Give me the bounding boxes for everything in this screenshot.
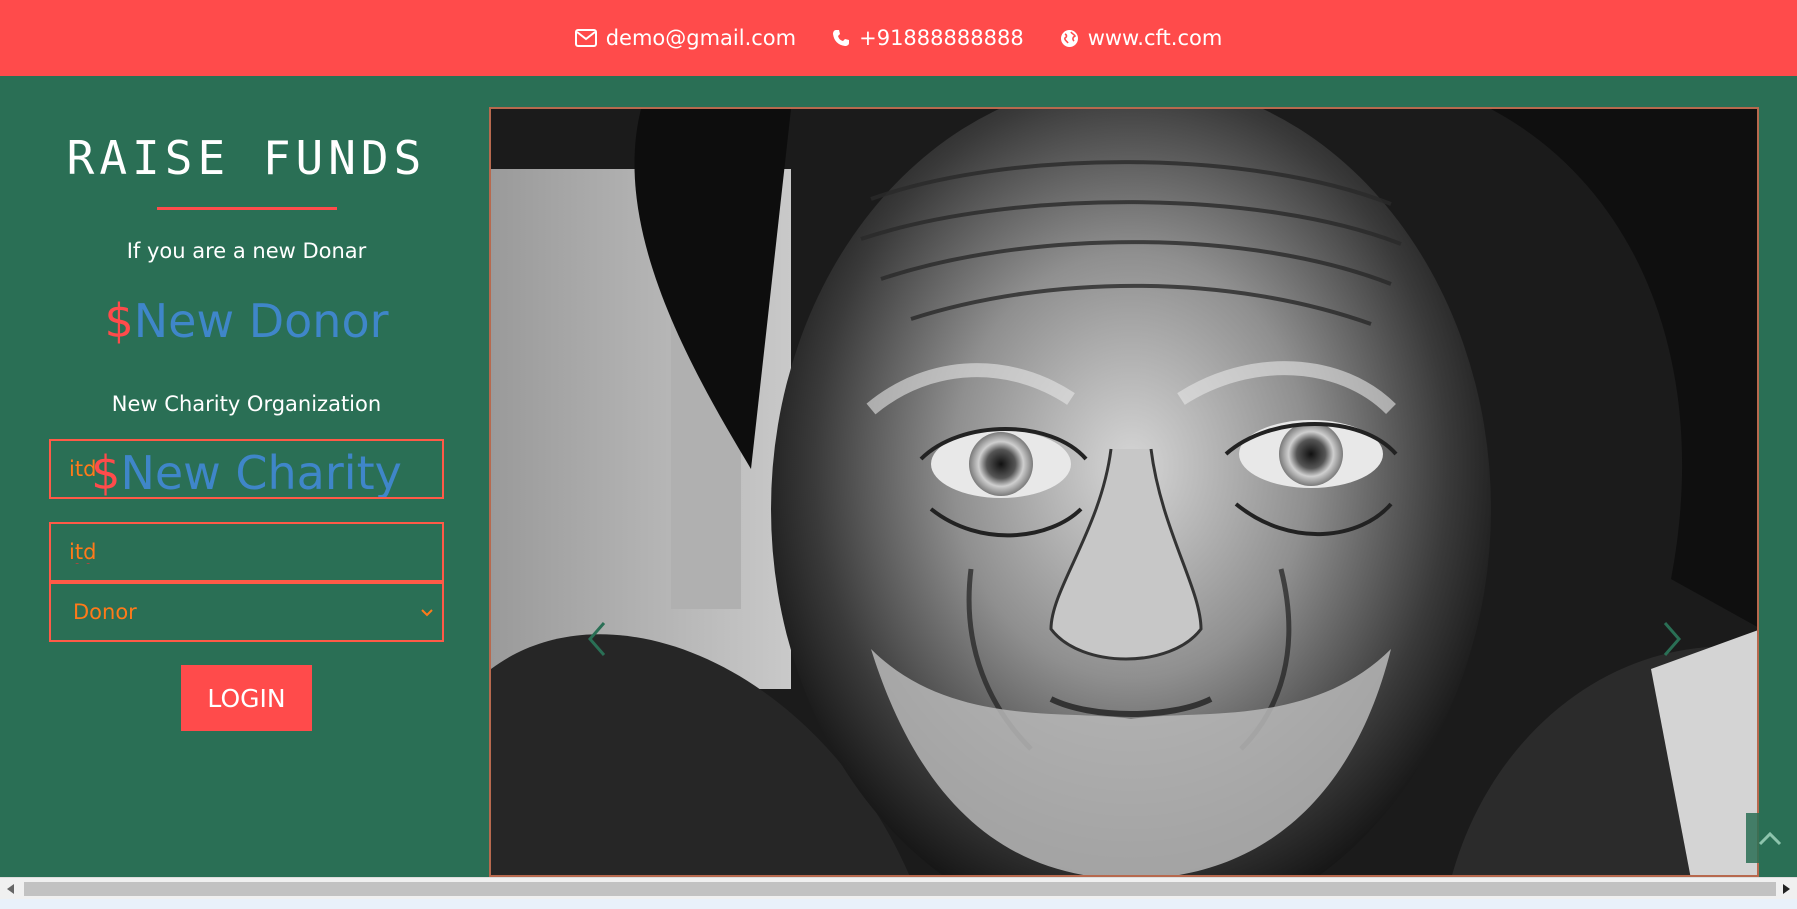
contact-phone-text: +91888888888 <box>859 26 1024 50</box>
envelope-icon <box>574 29 597 47</box>
scrollbar-thumb[interactable] <box>24 882 1776 896</box>
login-button[interactable]: LOGIN <box>181 665 312 731</box>
scroll-right-icon[interactable] <box>1779 882 1793 896</box>
chevron-up-icon <box>1758 831 1782 846</box>
new-donor-label: New Donor <box>133 294 389 348</box>
contact-phone[interactable]: +91888888888 <box>832 26 1024 50</box>
carousel-next-button[interactable] <box>1661 619 1683 663</box>
globe-icon <box>1060 29 1079 48</box>
image-carousel <box>489 107 1759 877</box>
donor-prompt: If you are a new Donar <box>126 239 367 263</box>
back-to-top-button[interactable] <box>1746 813 1794 863</box>
portrait-illustration <box>491 109 1757 875</box>
chevron-right-icon <box>1663 622 1681 656</box>
brand-title: RAISE FUNDS <box>66 131 427 185</box>
contact-website[interactable]: www.cft.com <box>1060 26 1223 50</box>
window-bottom-edge <box>0 899 1797 909</box>
scroll-left-icon[interactable] <box>4 882 18 896</box>
username-input[interactable] <box>49 439 444 499</box>
contact-bar: demo@gmail.com +91888888888 www.cft.com <box>0 0 1797 76</box>
role-select-wrapper: Donor <box>49 582 444 642</box>
dollar-icon: $ <box>104 294 134 348</box>
horizontal-scrollbar[interactable] <box>0 877 1797 899</box>
role-select[interactable]: Donor <box>51 584 442 640</box>
carousel-prev-button[interactable] <box>586 619 608 663</box>
charity-prompt: New Charity Organization <box>111 392 382 416</box>
contact-website-text: www.cft.com <box>1087 26 1223 50</box>
brand-divider <box>157 207 337 210</box>
new-donor-link[interactable]: $New Donor <box>0 294 493 348</box>
phone-icon <box>832 29 850 47</box>
chevron-left-icon <box>588 622 606 656</box>
carousel-photo <box>491 109 1757 875</box>
password-input[interactable] <box>49 522 444 582</box>
contact-email-text: demo@gmail.com <box>605 26 797 50</box>
contact-email[interactable]: demo@gmail.com <box>574 26 797 50</box>
